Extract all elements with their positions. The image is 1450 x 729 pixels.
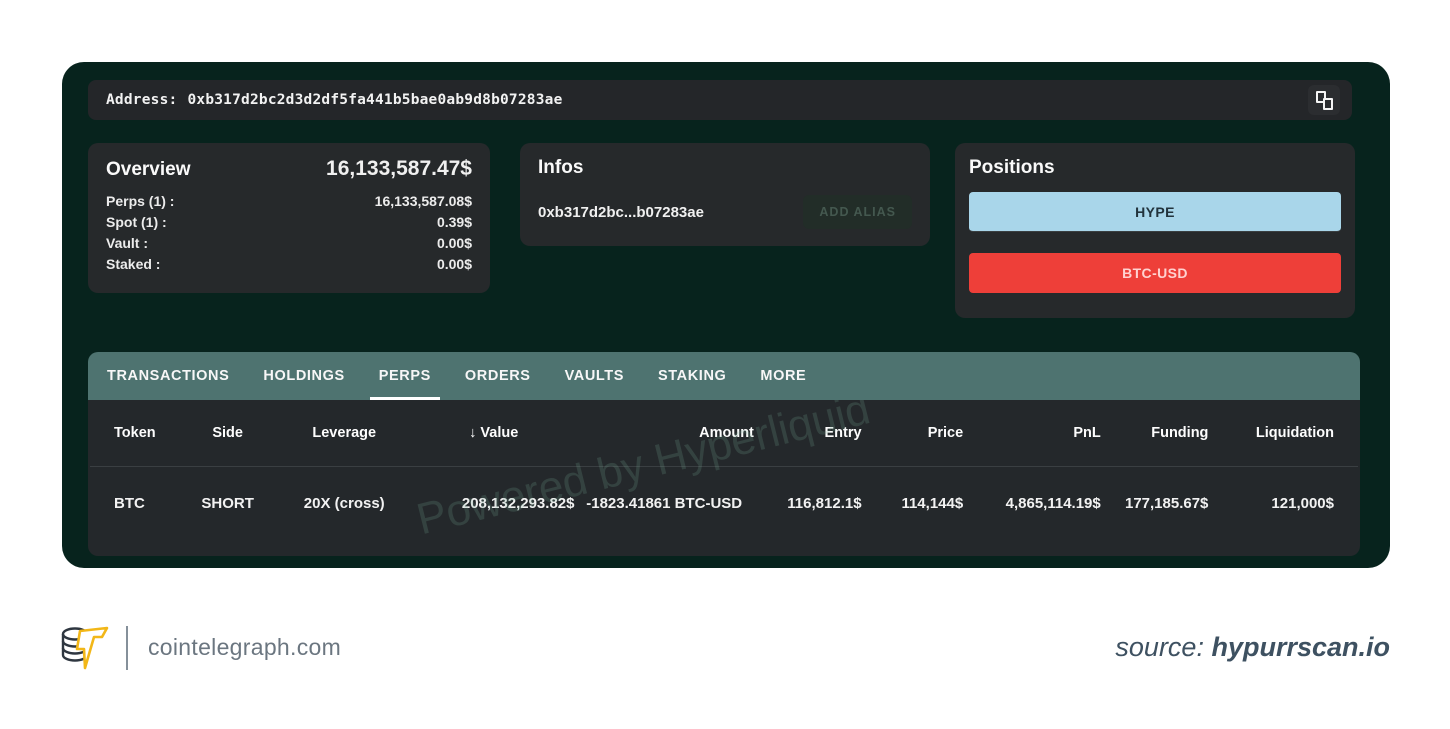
- copy-address-button[interactable]: [1308, 85, 1340, 115]
- footer-site-text: cointelegraph.com: [148, 634, 341, 661]
- footer-source-text: source: hypurrscan.io: [1115, 632, 1390, 663]
- perps-table: Powered by Hyperliquid Token Side Levera…: [88, 400, 1360, 556]
- overview-row-value: 0.00$: [437, 254, 472, 275]
- column-header-leverage[interactable]: Leverage: [275, 425, 413, 441]
- footer-divider: [126, 626, 128, 670]
- column-header-entry[interactable]: Entry: [754, 425, 862, 441]
- position-button-hype[interactable]: HYPE: [969, 192, 1341, 232]
- column-header-funding[interactable]: Funding: [1101, 425, 1209, 441]
- table-header-row: Token Side Leverage ↓Value Amount Entry …: [88, 400, 1360, 466]
- page: Address: 0xb317d2bc2d3d2df5fa441b5bae0ab9…: [0, 0, 1450, 729]
- row-side: SHORT: [180, 495, 276, 512]
- overview-title: Overview: [106, 159, 191, 181]
- row-pnl: 4,865,114.19$: [963, 495, 1101, 512]
- overview-row-value: 16,133,587.08$: [375, 191, 472, 212]
- copy-icon: [1316, 91, 1333, 110]
- address-value: 0xb317d2bc2d3d2df5fa441b5bae0ab9d8b07283…: [187, 92, 562, 108]
- column-header-value[interactable]: ↓Value: [413, 425, 574, 441]
- column-header-pnl[interactable]: PnL: [963, 425, 1101, 441]
- overview-row-label: Vault :: [106, 233, 148, 254]
- tab-vaults[interactable]: VAULTS: [548, 352, 641, 400]
- address-bar: Address: 0xb317d2bc2d3d2df5fa441b5bae0ab9…: [88, 80, 1352, 120]
- tab-perps[interactable]: PERPS: [362, 352, 448, 400]
- tab-staking[interactable]: STAKING: [641, 352, 743, 400]
- row-amount: -1823.41861 BTC-USD: [574, 494, 753, 513]
- row-value: 208,132,293.82$: [413, 495, 574, 512]
- overview-row-label: Spot (1) :: [106, 212, 167, 233]
- infos-title: Infos: [538, 157, 912, 179]
- tab-orders[interactable]: ORDERS: [448, 352, 548, 400]
- position-button-btc-usd[interactable]: BTC-USD: [969, 253, 1341, 293]
- tab-more[interactable]: MORE: [743, 352, 823, 400]
- column-header-amount[interactable]: Amount: [574, 425, 753, 441]
- hypurrscan-card: Address: 0xb317d2bc2d3d2df5fa441b5bae0ab9…: [62, 62, 1390, 568]
- overview-panel: Overview 16,133,587.47$ Perps (1) : 16,13…: [88, 143, 490, 293]
- sort-desc-icon: ↓: [469, 425, 476, 441]
- row-liquidation: 121,000$: [1208, 495, 1334, 512]
- source-value: hypurrscan.io: [1211, 632, 1390, 662]
- tab-bar: TRANSACTIONS HOLDINGS PERPS ORDERS VAULT…: [88, 352, 1360, 400]
- overview-row-value: 0.39$: [437, 212, 472, 233]
- row-funding: 177,185.67$: [1101, 495, 1209, 512]
- address-text: Address: 0xb317d2bc2d3d2df5fa441b5bae0ab9…: [106, 92, 563, 108]
- tab-holdings[interactable]: HOLDINGS: [246, 352, 361, 400]
- overview-row-value: 0.00$: [437, 233, 472, 254]
- table-row[interactable]: BTC SHORT 20X (cross) 208,132,293.82$ -1…: [88, 467, 1360, 539]
- tab-transactions[interactable]: TRANSACTIONS: [90, 352, 246, 400]
- row-price: 114,144$: [862, 495, 964, 512]
- overview-total-value: 16,133,587.47$: [326, 157, 472, 181]
- column-header-side[interactable]: Side: [180, 425, 276, 441]
- positions-panel: Positions HYPE BTC-USD: [955, 143, 1355, 318]
- infos-panel: Infos 0xb317d2bc...b07283ae ADD ALIAS: [520, 143, 930, 246]
- column-header-token[interactable]: Token: [114, 425, 180, 441]
- source-label: source:: [1115, 632, 1211, 662]
- row-leverage: 20X (cross): [275, 495, 413, 512]
- row-entry: 116,812.1$: [754, 495, 862, 512]
- address-label: Address:: [106, 92, 177, 108]
- positions-title: Positions: [969, 157, 1341, 179]
- overview-row-label: Staked :: [106, 254, 160, 275]
- overview-row-label: Perps (1) :: [106, 191, 174, 212]
- column-header-liquidation[interactable]: Liquidation: [1208, 425, 1334, 441]
- short-address: 0xb317d2bc...b07283ae: [538, 204, 704, 221]
- row-token: BTC: [114, 495, 180, 512]
- cointelegraph-logo-icon: [60, 622, 112, 674]
- column-header-price[interactable]: Price: [862, 425, 964, 441]
- add-alias-button[interactable]: ADD ALIAS: [803, 195, 912, 229]
